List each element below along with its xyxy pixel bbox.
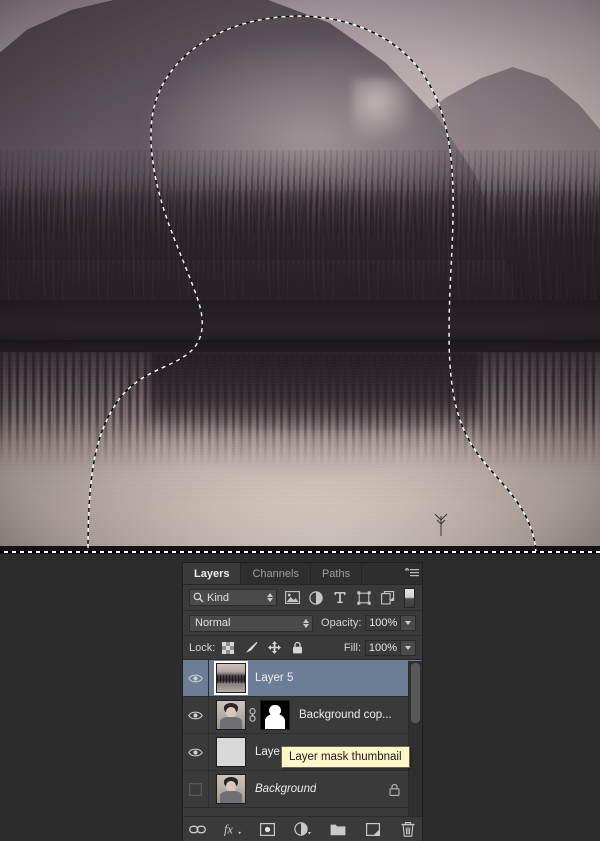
smart-object-filter-icon[interactable] <box>380 590 396 606</box>
layer-filter-row: Kind <box>183 585 422 611</box>
layer-thumbnail-group <box>216 700 290 730</box>
filter-kind-select[interactable]: Kind <box>189 589 277 606</box>
tooltip-text: Layer mask thumbnail <box>289 751 402 763</box>
eye-icon <box>188 748 203 756</box>
blend-mode-select[interactable]: Normal <box>189 614 314 632</box>
panel-menu-icon[interactable] <box>402 563 422 584</box>
filter-enable-toggle[interactable] <box>404 587 415 608</box>
lock-transparent-pixels-icon[interactable] <box>221 641 235 655</box>
water-texture <box>0 352 600 554</box>
foreground-twig <box>434 513 448 536</box>
blend-mode-row: Normal Opacity: 100% <box>183 611 422 636</box>
layer-name[interactable]: Layer 5 <box>255 672 293 684</box>
layer-thumbnail[interactable] <box>214 661 248 695</box>
fill-label: Fill: <box>343 641 361 654</box>
layer-mask-thumbnail[interactable] <box>260 700 290 730</box>
new-adjustment-layer-button[interactable] <box>293 820 312 838</box>
lock-image-pixels-icon[interactable] <box>244 641 258 655</box>
layer-thumbnail[interactable] <box>216 774 246 804</box>
link-layers-button[interactable] <box>189 820 207 838</box>
lock-row: Lock: Fill: 100% <box>183 636 422 660</box>
layer-visibility-toggle[interactable] <box>183 697 209 733</box>
image-bottom-edge <box>0 546 600 554</box>
layer-visibility-toggle[interactable] <box>183 771 209 807</box>
shape-layer-filter-icon[interactable] <box>356 590 372 606</box>
new-group-button[interactable] <box>329 820 347 838</box>
lock-label: Lock: <box>189 641 216 654</box>
adjustment-layer-filter-icon[interactable] <box>308 590 324 606</box>
search-icon <box>193 592 204 603</box>
lock-position-icon[interactable] <box>267 641 281 655</box>
pixel-layer-filter-icon[interactable] <box>284 590 300 606</box>
tab-channels-label: Channels <box>252 567 299 580</box>
blend-mode-spinner-icon[interactable] <box>302 618 309 628</box>
chevron-down-icon <box>405 645 411 650</box>
layer-style-fx-button[interactable]: fx <box>224 820 242 838</box>
filter-kind-label: Kind <box>207 591 230 604</box>
layer-list[interactable]: Layer 5 Background cop... Laye Backgroun… <box>183 660 422 811</box>
table-row[interactable]: Background cop... <box>183 697 422 734</box>
tooltip: Layer mask thumbnail <box>281 746 410 768</box>
layer-locked-icon <box>389 783 400 796</box>
layers-panel: Layers Channels Paths Kind Normal Opacit… <box>183 563 422 841</box>
layer-thumbnail-group <box>214 661 248 695</box>
document-image <box>0 0 600 554</box>
add-layer-mask-button[interactable] <box>259 820 277 838</box>
eye-icon <box>188 711 203 719</box>
layer-name[interactable]: Background <box>255 783 316 795</box>
filter-type-icons <box>284 590 396 606</box>
opacity-label: Opacity: <box>321 617 362 629</box>
layer-name[interactable]: Laye <box>255 746 280 758</box>
photoshop-window: Layers Channels Paths Kind Normal Opacit… <box>0 0 600 841</box>
new-layer-button[interactable] <box>364 820 382 838</box>
tab-bar-filler <box>362 563 402 584</box>
tab-paths[interactable]: Paths <box>310 563 363 584</box>
layer-thumbnail-group <box>216 737 246 767</box>
opacity-value: 100% <box>369 617 398 629</box>
document-canvas[interactable] <box>0 0 600 554</box>
panel-tab-bar: Layers Channels Paths <box>183 563 422 585</box>
layer-name[interactable]: Background cop... <box>299 709 392 721</box>
filter-kind-spinner-icon[interactable] <box>266 593 273 602</box>
layer-visibility-toggle[interactable] <box>183 734 209 770</box>
fill-value: 100% <box>368 641 398 654</box>
eye-off-icon <box>189 782 202 796</box>
blend-mode-value: Normal <box>195 617 231 629</box>
eye-icon <box>188 674 203 682</box>
fill-group: Fill: 100% <box>336 639 416 656</box>
type-layer-filter-icon[interactable] <box>332 590 348 606</box>
tab-layers[interactable]: Layers <box>183 563 242 584</box>
rock-face-highlight <box>352 78 412 138</box>
layer-thumbnail[interactable] <box>216 700 246 730</box>
delete-layer-button[interactable] <box>399 820 417 838</box>
lock-all-icon[interactable] <box>290 641 304 655</box>
layer-thumbnail-group <box>216 774 246 804</box>
layers-scrollbar-thumb[interactable] <box>411 663 420 723</box>
opacity-input[interactable]: 100% <box>365 615 402 631</box>
table-row[interactable]: Background <box>183 771 422 808</box>
fill-dropdown-button[interactable] <box>401 639 416 656</box>
svg-text:fx: fx <box>224 822 233 836</box>
fill-input[interactable]: 100% <box>365 639 401 656</box>
opacity-dropdown-button[interactable] <box>401 615 417 631</box>
layers-panel-footer: fx <box>183 816 422 841</box>
tab-paths-label: Paths <box>321 567 351 580</box>
mask-link-icon[interactable] <box>246 708 259 722</box>
layers-scrollbar[interactable] <box>408 661 422 816</box>
tab-channels[interactable]: Channels <box>241 563 311 584</box>
layer-visibility-toggle[interactable] <box>183 660 209 696</box>
layer-thumbnail[interactable] <box>216 737 246 767</box>
tab-layers-label: Layers <box>194 567 230 580</box>
lock-buttons <box>221 641 304 655</box>
chevron-down-icon <box>405 621 412 625</box>
table-row[interactable]: Layer 5 <box>183 660 422 697</box>
